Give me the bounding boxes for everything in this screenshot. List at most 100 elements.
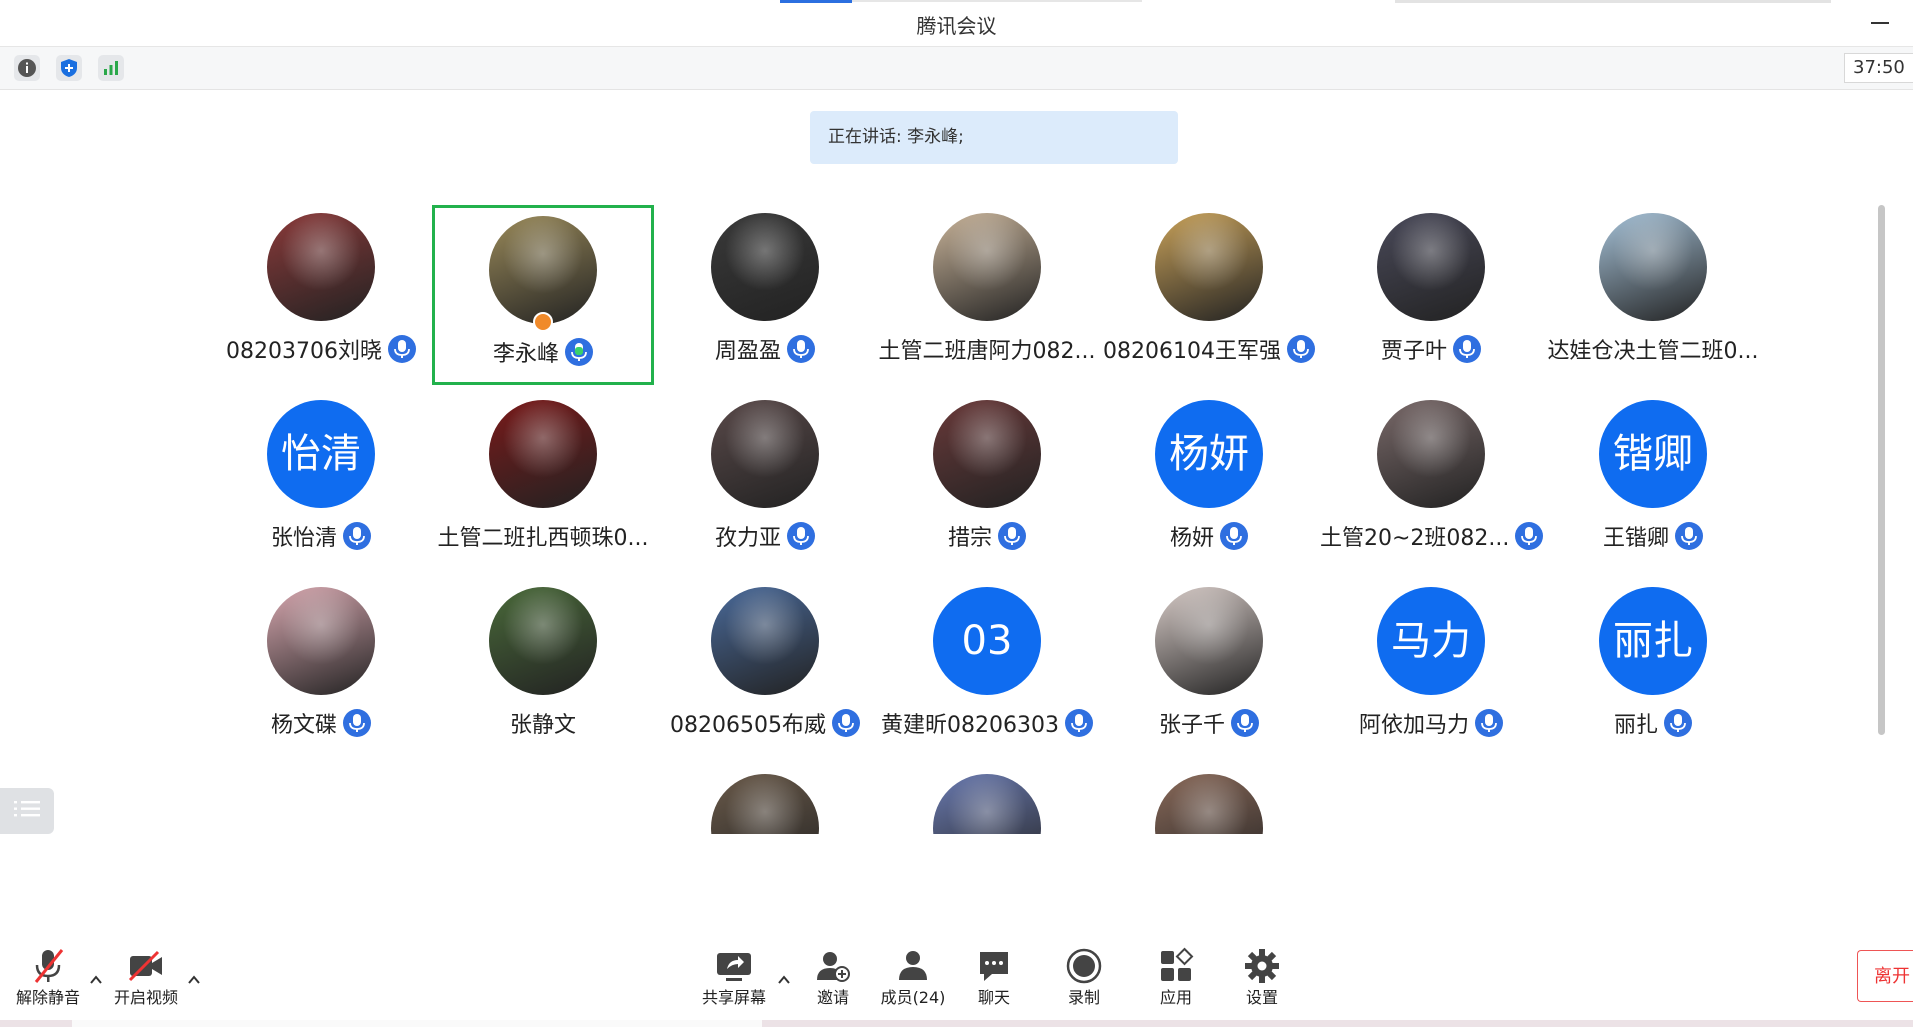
participant-name-row: 孜力亚 [654,520,876,552]
participant-tile[interactable]: 土管20~2班082... [1320,392,1544,572]
participant-name-row: 李永峰 [435,336,651,368]
participant-tile[interactable]: 03 黄建昕08206303 [876,579,1098,759]
participant-tile[interactable]: 08206104王军强 [1098,205,1320,385]
mic-speaking-icon [565,338,593,366]
participant-avatar [933,774,1041,834]
record-label: 录制 [1067,988,1100,1007]
participant-avatar [711,213,819,321]
participant-avatar [933,213,1041,321]
participant-tile[interactable]: 贾子叶 [1320,205,1542,385]
apps-icon [1161,947,1194,981]
participant-avatar: 锴卿 [1599,400,1707,508]
participant-tile[interactable]: 张静文 [432,579,654,759]
participant-tile[interactable] [654,766,876,834]
audio-options-caret-icon[interactable] [88,972,104,988]
mic-off-icon [34,949,64,983]
participant-avatar [1155,213,1263,321]
participant-name: 丽扎 [1613,713,1658,738]
apps-button[interactable]: 应用 [1150,938,1202,1014]
participant-name: 阿依加马力 [1358,713,1469,738]
speaking-indicator: 正在讲话: 李永峰; [810,111,1178,164]
mic-status-icon [1475,709,1503,737]
settings-button[interactable]: 设置 [1236,938,1288,1014]
participant-name-row: 张静文 [432,707,654,739]
start-video-button[interactable]: 开启视频 [110,938,182,1014]
participant-tile[interactable]: 怡清 张怡清 [210,392,432,572]
invite-button[interactable]: 邀请 [806,938,860,1014]
taskbar-active-tab [72,1020,762,1027]
participant-avatar [1599,213,1707,321]
mic-status-icon [1515,522,1544,550]
video-options-caret-icon[interactable] [186,972,202,988]
participant-avatar [711,587,819,695]
participant-tile[interactable]: 土管二班扎西顿珠0... [432,392,654,572]
participant-tile[interactable]: 孜力亚 [654,392,876,572]
signal-icon[interactable] [98,55,124,81]
grid-scrollbar[interactable] [1878,205,1885,735]
participant-avatar: 丽扎 [1599,587,1707,695]
participant-tile[interactable]: 杨妍 杨妍 [1098,392,1320,572]
participant-name: 贾子叶 [1380,339,1447,364]
share-options-caret-icon[interactable] [776,972,792,988]
host-badge-icon [533,312,553,332]
mic-status-icon [831,709,860,737]
participant-avatar [1155,587,1263,695]
minimize-button[interactable] [1867,8,1895,36]
participant-name-row: 土管二班扎西顿珠0... [432,520,654,552]
participant-tile[interactable]: 杨文碟 [210,579,432,759]
chat-button[interactable]: 聊天 [968,938,1020,1014]
participant-tile[interactable]: 张子千 [1098,579,1320,759]
mic-status-icon [1064,709,1093,737]
participant-tile[interactable] [876,766,1098,834]
layout-list-button[interactable] [0,788,54,834]
settings-label: 设置 [1245,988,1278,1007]
participant-tile[interactable]: 李永峰 [432,205,654,385]
participant-name: 孜力亚 [714,526,781,551]
meeting-info-bar: 37:50 [0,47,1913,90]
info-icon[interactable] [14,55,40,81]
participant-name: 黄建昕08206303 [881,713,1059,738]
participant-tile[interactable]: 措宗 [876,392,1098,572]
shield-icon[interactable] [56,55,82,81]
participant-tile[interactable]: 马力阿依加马力 [1320,579,1542,759]
participant-tile[interactable]: 达娃仓决土管二班0... [1542,205,1764,385]
bottom-toolbar: 解除静音 开启视频 共享屏幕 邀请 成员(24) 聊天 录制 应用 设置 [0,938,1913,1020]
participant-name-row: 土管二班唐阿力082... [876,333,1098,365]
participant-avatar: 马力 [1377,587,1485,695]
title-tab-line [852,0,1142,2]
leave-meeting-button[interactable]: 离开 [1857,950,1913,1002]
start-video-label: 开启视频 [113,988,178,1007]
participant-avatar [933,400,1041,508]
participant-tile[interactable]: 土管二班唐阿力082... [876,205,1098,385]
participant-avatar: 杨妍 [1155,400,1263,508]
unmute-button[interactable]: 解除静音 [12,938,84,1014]
participant-name: 08206104王军强 [1103,339,1281,364]
participant-avatar: 怡清 [267,400,375,508]
share-screen-button[interactable]: 共享屏幕 [696,938,772,1014]
participant-tile[interactable]: 锴卿 王锴卿 [1542,392,1764,572]
mic-status-icon [998,522,1026,550]
participant-name-row: 张怡清 [210,520,432,552]
window-title: 腾讯会议 [916,14,997,38]
participant-tile[interactable] [1098,766,1320,834]
participant-name-row: 贾子叶 [1320,333,1542,365]
title-bar: 腾讯会议 [0,0,1913,47]
chat-icon [980,952,1008,981]
mic-status-icon [1675,522,1703,550]
participant-name: 张怡清 [270,526,337,551]
participant-avatar [1377,400,1485,508]
participant-tile[interactable]: 周盈盈 [654,205,876,385]
participant-tile[interactable]: 08203706刘晓 [210,205,432,385]
participant-name-row: 08206104王军强 [1098,333,1320,365]
title-tab-indicator [780,0,852,3]
invite-label: 邀请 [816,988,849,1007]
members-button[interactable]: 成员(24) [878,938,948,1014]
participant-tile[interactable]: 丽扎 丽扎 [1542,579,1764,759]
mic-status-icon [1664,709,1692,737]
participant-name-row: 阿依加马力 [1320,707,1542,739]
record-button[interactable]: 录制 [1058,938,1110,1014]
participant-name-row: 措宗 [876,520,1098,552]
participant-name-row: 达娃仓决土管二班0... [1542,333,1764,365]
participant-tile[interactable]: 08206505布威 [654,579,876,759]
title-right-shadow [1395,0,1831,3]
